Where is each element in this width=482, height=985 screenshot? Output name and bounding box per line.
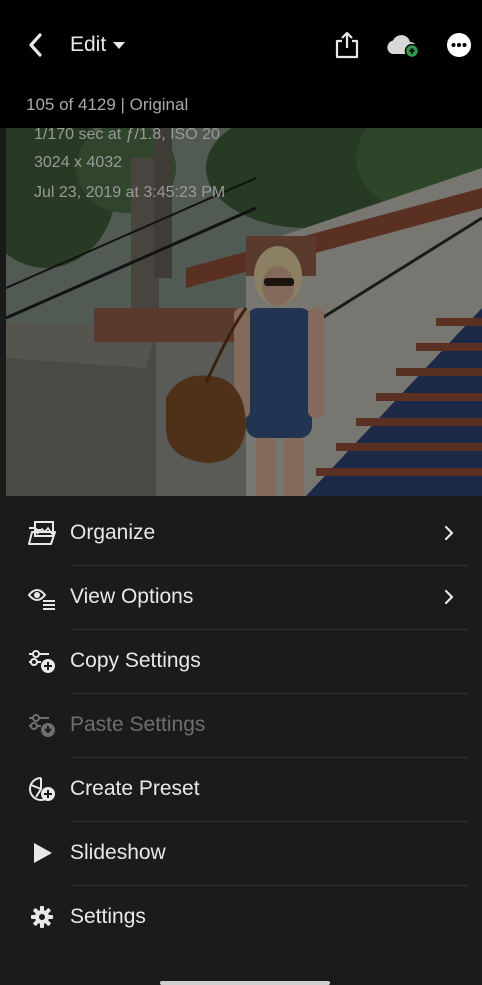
gear-icon (26, 901, 58, 933)
share-button[interactable] (334, 30, 360, 60)
menu-item-label: Settings (70, 905, 146, 928)
home-indicator[interactable] (160, 981, 330, 985)
paste-settings-icon (26, 709, 58, 741)
back-button[interactable] (22, 30, 48, 60)
menu-item-label: Paste Settings (70, 713, 206, 736)
edit-mode-dropdown[interactable]: Edit (70, 30, 126, 60)
menu-item-settings[interactable]: Settings (6, 885, 482, 949)
menu-item-label: Organize (70, 521, 156, 544)
create-preset-icon (26, 773, 58, 805)
more-options-button[interactable] (446, 32, 472, 58)
more-icon (447, 33, 471, 57)
folder-photo-icon (26, 517, 58, 549)
menu-item-label: Slideshow (70, 841, 166, 864)
photo-dimensions: 3024 x 4032 (34, 154, 123, 171)
view-options-icon (26, 581, 58, 613)
menu-item-copy-settings[interactable]: Copy Settings (6, 629, 482, 693)
cloud-sync-button[interactable] (384, 32, 424, 60)
photo-exposure: 1/170 sec at ƒ/1.8, ISO 20 (34, 128, 220, 143)
menu-item-label: View Options (70, 585, 194, 608)
photo-preview[interactable]: 1/170 sec at ƒ/1.8, ISO 20 3024 x 4032 J… (6, 128, 482, 496)
chevron-right-icon (442, 523, 456, 543)
edit-label: Edit (70, 33, 107, 56)
menu-item-organize[interactable]: Organize (6, 501, 482, 565)
menu-item-paste-settings[interactable]: Paste Settings (6, 693, 482, 757)
caret-down-icon (113, 42, 126, 49)
top-bar: Edit 105 of 4129 | Original (0, 0, 482, 128)
cloud-sync-icon (387, 35, 420, 59)
photo-datetime: Jul 23, 2019 at 3:45:23 PM (34, 184, 226, 201)
chevron-right-icon (442, 587, 456, 607)
photo-counter: 105 of 4129 | Original (26, 95, 189, 114)
options-menu: Organize View Options Copy Settings Past… (6, 496, 482, 985)
app-frame: Edit 105 of 4129 | Original 1/170 sec at… (0, 0, 482, 985)
share-icon (335, 31, 359, 59)
menu-item-label: Copy Settings (70, 649, 201, 672)
chevron-left-icon (29, 33, 42, 57)
copy-settings-icon (26, 645, 58, 677)
menu-item-label: Create Preset (70, 777, 200, 800)
menu-item-slideshow[interactable]: Slideshow (6, 821, 482, 885)
play-icon (26, 837, 58, 869)
menu-item-create-preset[interactable]: Create Preset (6, 757, 482, 821)
menu-item-view-options[interactable]: View Options (6, 565, 482, 629)
